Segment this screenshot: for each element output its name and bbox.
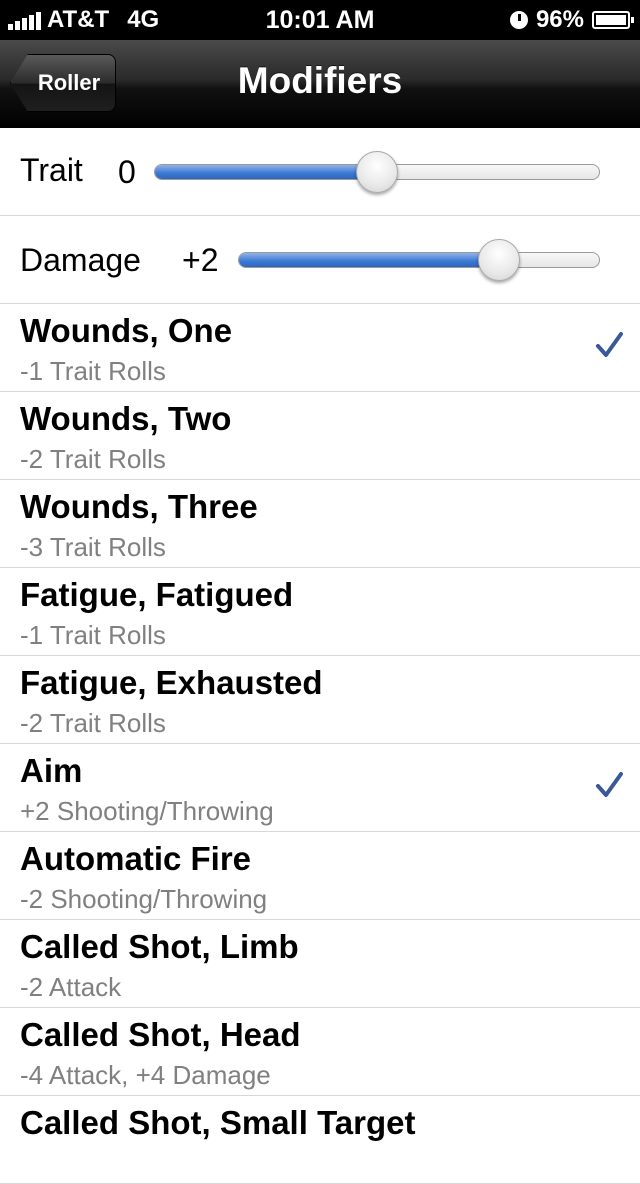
list-item[interactable]: Wounds, Three -3 Trait Rolls	[0, 480, 640, 568]
trait-slider-row: Trait 0	[0, 128, 640, 216]
checkmark-icon	[596, 772, 623, 797]
damage-slider-track[interactable]	[238, 252, 600, 268]
list-item-title: Called Shot, Head	[20, 1016, 301, 1053]
list-item-title: Aim	[20, 752, 83, 789]
trait-slider-fill	[155, 165, 378, 179]
checkmark-icon	[596, 332, 623, 357]
list-item-subtitle: -1 Trait Rolls	[20, 620, 166, 650]
list-item-subtitle: -2 Trait Rolls	[20, 708, 166, 738]
list-item[interactable]: Called Shot, Limb -2 Attack	[0, 920, 640, 1008]
trait-label: Trait	[20, 152, 83, 188]
list-item-subtitle: +2 Shooting/Throwing	[20, 796, 274, 826]
list-item-subtitle: -4 Attack, +4 Damage	[20, 1060, 271, 1090]
damage-value: +2	[182, 242, 219, 278]
status-bar: AT&T 4G 10:01 AM 96%	[0, 0, 640, 40]
page-title: Modifiers	[237, 60, 403, 101]
list-item[interactable]: Wounds, Two -2 Trait Rolls	[0, 392, 640, 480]
list-item-title: Automatic Fire	[20, 840, 252, 877]
list-item[interactable]: Fatigue, Exhausted -2 Trait Rolls	[0, 656, 640, 744]
status-right: 96%	[509, 6, 634, 34]
navigation-bar: Roller Modifiers	[0, 40, 640, 129]
clock-icon	[509, 11, 528, 29]
damage-slider-thumb[interactable]	[477, 239, 520, 281]
list-item-subtitle: -2 Shooting/Throwing	[20, 884, 268, 914]
damage-slider-fill	[239, 253, 500, 267]
list-item[interactable]: Wounds, One -1 Trait Rolls	[0, 304, 640, 392]
list-item-title: Wounds, One	[20, 312, 233, 349]
list-item-title: Fatigue, Fatigued	[20, 576, 294, 613]
list-item-subtitle: -3 Trait Rolls	[20, 532, 166, 562]
list-item-title: Called Shot, Small Target	[20, 1104, 416, 1141]
list-item[interactable]: Called Shot, Small Target	[0, 1096, 640, 1184]
list-item-subtitle: -2 Trait Rolls	[20, 444, 166, 474]
list-item-title: Wounds, Three	[20, 488, 258, 525]
list-item[interactable]: Aim +2 Shooting/Throwing	[0, 744, 640, 832]
list-item-title: Wounds, Two	[20, 400, 232, 437]
list-item[interactable]: Automatic Fire -2 Shooting/Throwing	[0, 832, 640, 920]
trait-slider-thumb[interactable]	[356, 151, 398, 193]
list-item-title: Fatigue, Exhausted	[20, 664, 323, 701]
list-item-subtitle: -1 Trait Rolls	[20, 356, 166, 386]
battery-icon	[592, 11, 634, 29]
list-item-subtitle: -2 Attack	[20, 972, 122, 1002]
list-item[interactable]: Fatigue, Fatigued -1 Trait Rolls	[0, 568, 640, 656]
battery-percent: 96%	[535, 6, 584, 33]
damage-slider-row: Damage +2	[0, 216, 640, 304]
damage-label: Damage	[20, 242, 141, 278]
list-item-title: Called Shot, Limb	[20, 928, 299, 965]
list-item[interactable]: Called Shot, Head -4 Attack, +4 Damage	[0, 1008, 640, 1096]
trait-value: 0	[118, 154, 136, 190]
